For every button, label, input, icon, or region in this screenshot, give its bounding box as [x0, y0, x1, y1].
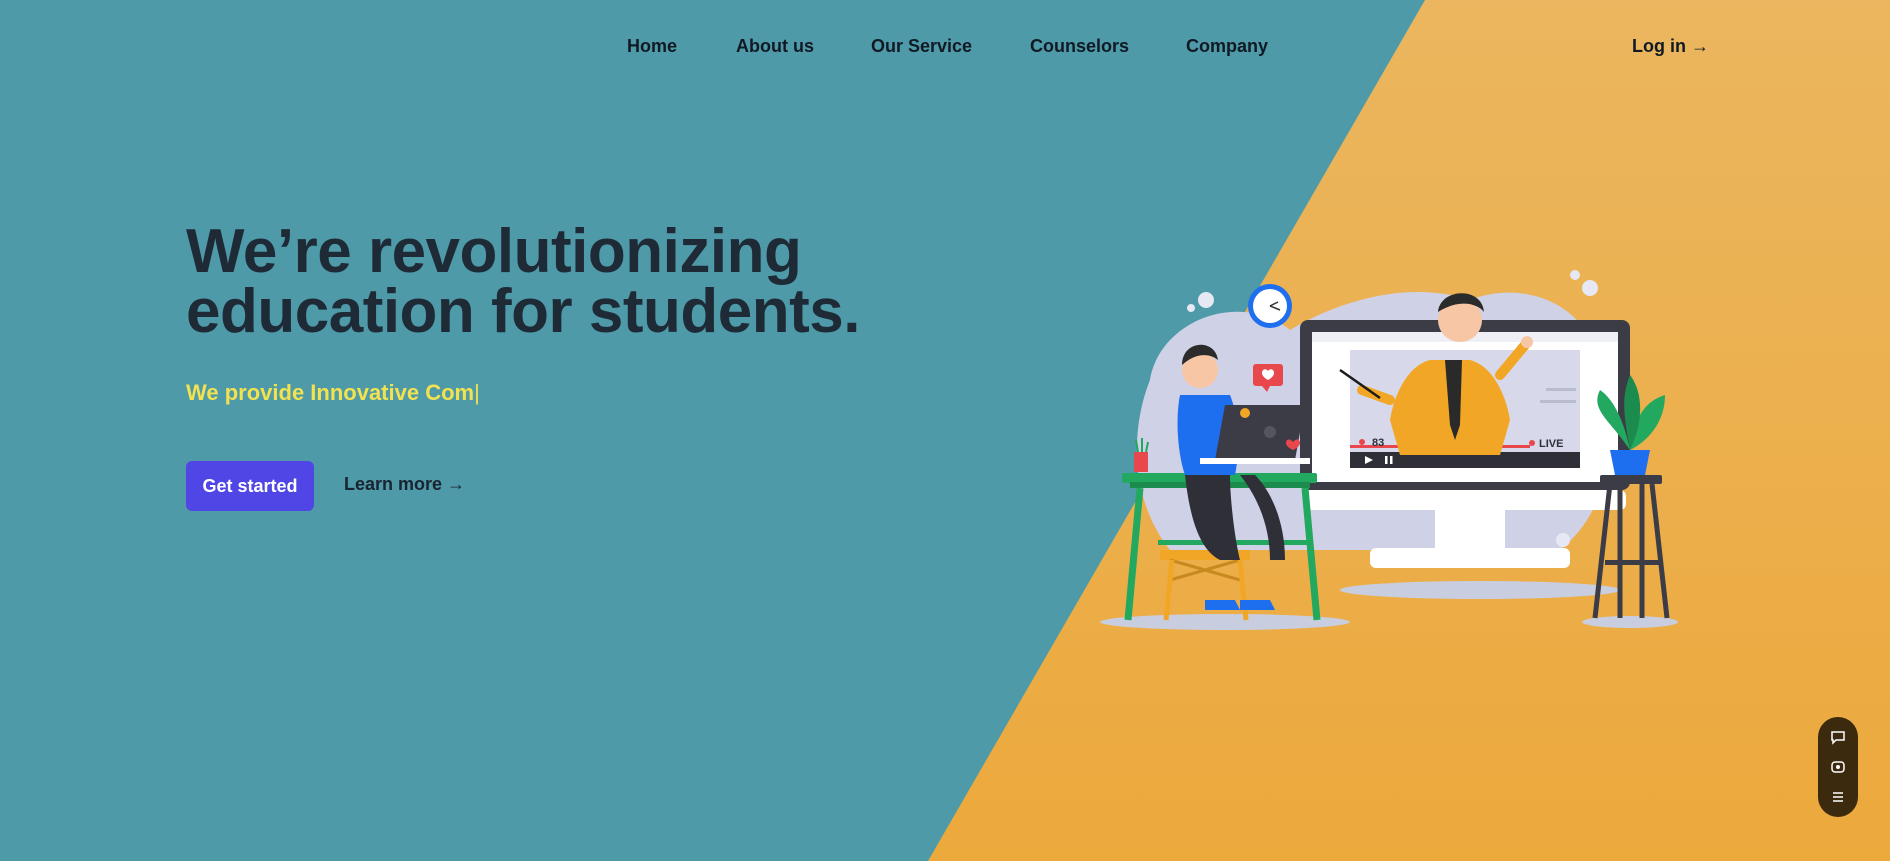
chat-icon[interactable] [1830, 729, 1846, 745]
get-started-button[interactable]: Get started [186, 461, 314, 511]
hero-heading-line-1: We’re revolutionizing [186, 217, 802, 286]
menu-icon[interactable] [1830, 789, 1846, 805]
typing-cursor: | [474, 380, 480, 405]
login-link[interactable]: Log in → [1632, 36, 1709, 57]
nav-about-link[interactable]: About us [736, 36, 814, 57]
live-label: LIVE [1539, 438, 1563, 450]
learn-more-link[interactable]: Learn more → [344, 474, 465, 495]
nav-company-link[interactable]: Company [1186, 36, 1268, 57]
nav-service-link[interactable]: Our Service [871, 36, 972, 57]
nav-counselors-link[interactable]: Counselors [1030, 36, 1129, 57]
typed-subtitle: We provide Innovative Com| [186, 380, 480, 406]
typed-subtitle-text: We provide Innovative Com [186, 380, 475, 405]
hero-heading: We’re revolutionizing education for stud… [186, 217, 946, 346]
top-navigation: Home About us Our Service Counselors Com… [0, 0, 1890, 92]
floating-widget [1818, 717, 1858, 817]
online-education-illustration: 83 LIVE [1100, 270, 1678, 630]
hero-heading-line-2: education for students. [186, 277, 860, 346]
nav-home-link[interactable]: Home [627, 36, 677, 57]
viewer-count-label: 83 [1372, 437, 1384, 449]
eye-icon[interactable] [1830, 759, 1846, 775]
